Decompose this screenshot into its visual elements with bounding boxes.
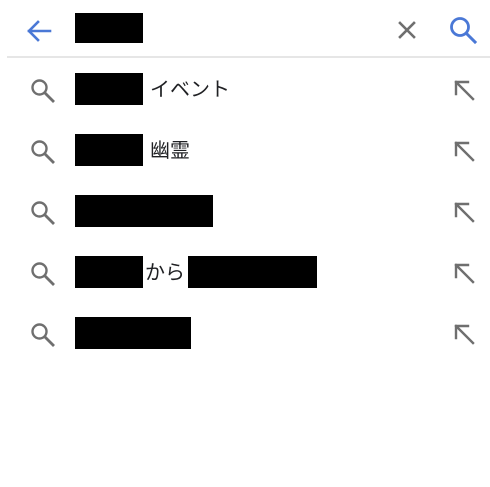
redacted-text <box>75 317 191 349</box>
fill-query-button[interactable] <box>451 77 477 103</box>
redacted-text <box>75 73 143 105</box>
redacted-text <box>75 134 143 166</box>
suggestion-text: 幽霊 <box>75 134 190 166</box>
suggestion-middle: から <box>145 260 185 284</box>
suggestion-suffix: 幽霊 <box>150 138 190 162</box>
close-icon <box>398 21 416 39</box>
suggestion-text: から <box>75 256 317 288</box>
search-icon <box>31 201 55 225</box>
suggestion-text <box>75 195 213 227</box>
search-icon <box>31 323 55 347</box>
search-icon <box>31 262 55 286</box>
suggestion-item[interactable]: 幽霊 <box>0 119 490 180</box>
fill-query-button[interactable] <box>451 321 477 347</box>
arrow-up-left-icon <box>454 202 475 223</box>
suggestion-item[interactable]: から <box>0 241 490 302</box>
suggestion-text <box>75 317 191 349</box>
search-icon <box>31 79 55 103</box>
search-icon <box>450 17 478 45</box>
suggestion-item[interactable]: イベント <box>0 58 490 119</box>
redacted-text <box>75 195 213 227</box>
arrow-left-icon <box>27 20 52 42</box>
arrow-up-left-icon <box>454 141 475 162</box>
redacted-text <box>75 256 143 288</box>
search-bar <box>0 0 490 58</box>
back-button[interactable] <box>24 16 54 46</box>
arrow-up-left-icon <box>454 324 475 345</box>
suggestion-item[interactable] <box>0 302 490 363</box>
clear-button[interactable] <box>394 17 420 43</box>
redacted-text <box>188 256 317 288</box>
suggestion-suffix: イベント <box>150 77 230 101</box>
search-query-redacted[interactable] <box>75 13 143 43</box>
fill-query-button[interactable] <box>451 199 477 225</box>
arrow-up-left-icon <box>454 263 475 284</box>
suggestion-list: イベント 幽霊 から <box>0 58 490 363</box>
arrow-up-left-icon <box>454 80 475 101</box>
search-icon <box>31 140 55 164</box>
suggestion-text: イベント <box>75 73 230 105</box>
search-submit-button[interactable] <box>447 14 479 46</box>
fill-query-button[interactable] <box>451 138 477 164</box>
fill-query-button[interactable] <box>451 260 477 286</box>
suggestion-item[interactable] <box>0 180 490 241</box>
